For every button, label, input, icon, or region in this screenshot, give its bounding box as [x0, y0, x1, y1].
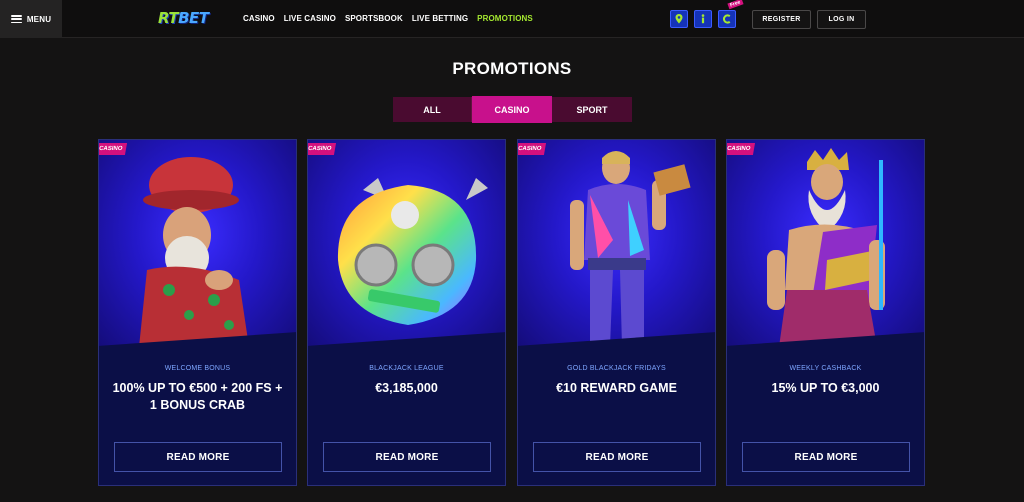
- tab-casino[interactable]: CASINO: [472, 96, 552, 123]
- nav-live-betting[interactable]: LIVE BETTING: [412, 14, 468, 23]
- tab-all[interactable]: ALL: [393, 97, 472, 122]
- card-subtitle: GOLD BLACKJACK FRIDAYS: [567, 365, 666, 372]
- gnome-character-image: [99, 140, 296, 347]
- free-tag: Free: [727, 0, 744, 10]
- rtbet-logo[interactable]: RTBET: [158, 9, 209, 27]
- page-title: PROMOTIONS: [452, 59, 572, 78]
- hamburger-icon: [10, 15, 22, 23]
- nav-promotions[interactable]: PROMOTIONS: [477, 14, 533, 23]
- menu-button[interactable]: MENU: [0, 0, 62, 38]
- nav-live-casino[interactable]: LIVE CASINO: [284, 14, 336, 23]
- card-title: €10 REWARD GAME: [556, 381, 677, 395]
- coin-icon[interactable]: [718, 10, 736, 28]
- logo-part-1: RT: [158, 9, 179, 27]
- zeus-character-image: [727, 140, 924, 347]
- promo-card[interactable]: CASINO WELCOME BONUS 100% UP TO €500 + 2…: [98, 139, 297, 486]
- card-title: 15% UP TO €3,000: [771, 381, 880, 395]
- map-pin-icon[interactable]: [670, 10, 688, 28]
- casino-badge: CASINO: [99, 143, 128, 155]
- card-title: 100% UP TO €500 + 200 FS + 1 BONUS CRAB: [112, 381, 283, 412]
- read-more-button[interactable]: READ MORE: [323, 442, 491, 472]
- tab-sport[interactable]: SPORT: [552, 97, 632, 122]
- main-nav: CASINO LIVE CASINO SPORTSBOOK LIVE BETTI…: [243, 14, 542, 23]
- top-header: MENU RTBET CASINO LIVE CASINO SPORTSBOOK…: [0, 0, 1024, 38]
- nav-sportsbook[interactable]: SPORTSBOOK: [345, 14, 403, 23]
- promo-tabs: ALL CASINO SPORT: [393, 96, 632, 123]
- read-more-button[interactable]: READ MORE: [533, 442, 701, 472]
- casino-badge: CASINO: [308, 143, 337, 155]
- register-button[interactable]: REGISTER: [752, 10, 811, 29]
- casino-badge: CASINO: [727, 143, 756, 155]
- promo-card[interactable]: CASINO GOLD BLACKJACK FRIDAYS €10 REWARD…: [517, 139, 716, 486]
- card-subtitle: BLACKJACK LEAGUE: [369, 365, 444, 372]
- card-subtitle: WEEKLY CASHBACK: [789, 365, 862, 372]
- card-subtitle: WELCOME BONUS: [164, 365, 231, 372]
- login-button[interactable]: LOG IN: [817, 10, 866, 29]
- read-more-button[interactable]: READ MORE: [742, 442, 910, 472]
- nav-casino[interactable]: CASINO: [243, 14, 275, 23]
- promo-card[interactable]: CASINO BLACKJACK LEAGUE €3,185,000 READ …: [307, 139, 506, 486]
- read-more-button[interactable]: READ MORE: [114, 442, 282, 472]
- menu-label: MENU: [26, 14, 52, 24]
- promo-card[interactable]: CASINO WEEKLY CASHBACK 15% UP TO €3,000 …: [726, 139, 925, 486]
- mega-win-helmet-image: [308, 140, 505, 347]
- info-icon[interactable]: [694, 10, 712, 28]
- casino-badge: CASINO: [518, 143, 547, 155]
- card-title: €3,185,000: [375, 381, 438, 395]
- logo-part-2: BET: [178, 9, 209, 27]
- card-dealer-character-image: [518, 140, 715, 347]
